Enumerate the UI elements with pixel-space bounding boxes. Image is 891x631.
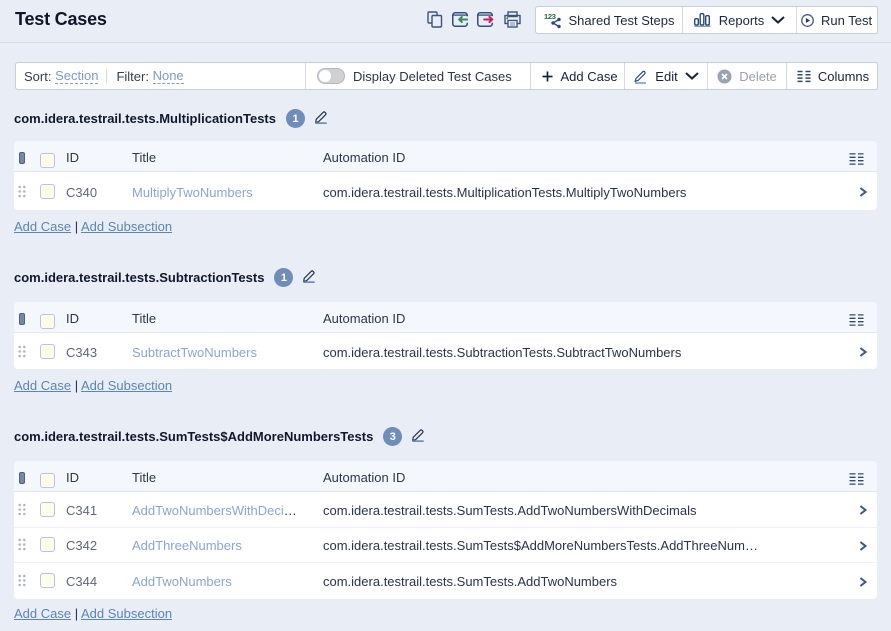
svg-text:123: 123	[544, 12, 556, 21]
